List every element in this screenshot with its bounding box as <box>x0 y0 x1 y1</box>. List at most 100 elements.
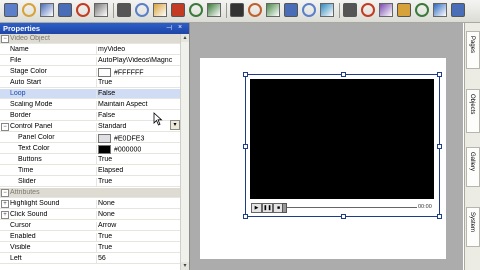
image-icon[interactable] <box>266 3 280 17</box>
toolbar-separator <box>339 3 340 18</box>
property-row[interactable]: Slider True <box>0 177 180 187</box>
pin-icon[interactable]: ⊣ <box>166 24 172 32</box>
publish-icon[interactable] <box>433 3 447 17</box>
document-icon[interactable] <box>4 3 18 17</box>
tab-pages[interactable]: Pages <box>466 31 480 69</box>
resize-handle[interactable] <box>437 214 442 219</box>
property-value-cell[interactable]: False <box>96 112 180 121</box>
chart-icon[interactable] <box>415 3 429 17</box>
property-value-cell[interactable]: myVideo <box>96 46 180 55</box>
property-value-cell[interactable]: Standard <box>96 123 180 132</box>
properties-scrollbar[interactable]: ▴ ▾ <box>180 34 189 270</box>
close-icon[interactable]: × <box>178 24 182 31</box>
folder-icon[interactable] <box>397 3 411 17</box>
property-row[interactable]: Time Elapsed <box>0 166 180 176</box>
property-row[interactable]: + Highlight Sound None <box>0 199 180 209</box>
property-row[interactable]: Visible True <box>0 243 180 253</box>
resize-handle[interactable] <box>243 144 248 149</box>
design-canvas[interactable]: ▶ ❚❚ ■ 00:00 <box>190 23 463 270</box>
property-row[interactable]: Scaling Mode Maintain Aspect <box>0 100 180 110</box>
resize-handle[interactable] <box>341 214 346 219</box>
palette-icon[interactable] <box>379 3 393 17</box>
pause-icon[interactable]: ❚❚ <box>262 203 273 213</box>
collapse-icon[interactable]: − <box>1 123 9 131</box>
property-row[interactable]: + Click Sound None <box>0 210 180 220</box>
property-value-cell[interactable]: Arrow <box>96 222 180 231</box>
tab-gallery[interactable]: Gallery <box>466 147 480 187</box>
help-icon[interactable] <box>451 3 465 17</box>
open-icon[interactable] <box>22 3 36 17</box>
scroll-up-icon[interactable]: ▴ <box>181 34 189 42</box>
copy-icon[interactable] <box>135 3 149 17</box>
tab-objects[interactable]: Objects <box>466 89 480 133</box>
property-value-cell[interactable]: 56 <box>96 255 180 264</box>
property-value-cell[interactable]: True <box>96 233 180 242</box>
video-object[interactable]: ▶ ❚❚ ■ 00:00 <box>243 72 442 219</box>
property-value-cell[interactable]: True <box>96 156 180 165</box>
tab-system[interactable]: System <box>466 207 480 247</box>
property-row[interactable]: Panel Color #E0DFE3 <box>0 133 180 143</box>
page-surface[interactable]: ▶ ❚❚ ■ 00:00 <box>200 58 446 259</box>
paint-icon[interactable] <box>248 3 262 17</box>
property-category[interactable]: − Video Object <box>0 34 180 44</box>
save-icon[interactable] <box>40 3 54 17</box>
collapse-icon[interactable]: − <box>1 189 9 197</box>
property-value-cell[interactable]: None <box>96 211 180 220</box>
scroll-down-icon[interactable]: ▾ <box>181 262 189 270</box>
property-value: True <box>98 244 113 251</box>
save-all-icon[interactable] <box>58 3 72 17</box>
expand-icon[interactable]: + <box>1 200 9 208</box>
property-row[interactable]: Text Color #000000 <box>0 144 180 154</box>
play-icon[interactable]: ▶ <box>251 203 262 213</box>
property-row[interactable]: Auto Start True <box>0 78 180 88</box>
resize-handle[interactable] <box>341 72 346 77</box>
property-row[interactable]: Left 56 <box>0 254 180 264</box>
property-value-cell[interactable]: True <box>96 178 180 187</box>
property-row[interactable]: Enabled True <box>0 232 180 242</box>
right-dock: Pages Objects Gallery System <box>464 23 480 270</box>
property-value-cell[interactable]: #000000 <box>96 145 180 154</box>
resize-handle[interactable] <box>437 144 442 149</box>
delete-icon[interactable] <box>171 3 185 17</box>
property-name: Highlight Sound <box>10 200 60 207</box>
property-row[interactable]: Stage Color #FFFFFF <box>0 67 180 77</box>
resize-handle[interactable] <box>243 214 248 219</box>
property-value-cell[interactable]: True <box>96 244 180 253</box>
property-name: Text Color <box>18 145 50 152</box>
property-row[interactable]: File AutoPlay\Videos\Magnc <box>0 56 180 66</box>
property-value-cell[interactable]: None <box>96 200 180 209</box>
page-icon[interactable] <box>302 3 316 17</box>
resize-handle[interactable] <box>437 72 442 77</box>
property-row[interactable]: Cursor Arrow <box>0 221 180 231</box>
play-icon[interactable] <box>284 3 298 17</box>
text-icon[interactable] <box>230 3 244 17</box>
paste-icon[interactable] <box>153 3 167 17</box>
seek-slider-thumb[interactable] <box>282 203 287 213</box>
property-row[interactable]: Loop False <box>0 89 180 99</box>
property-value-cell[interactable]: Maintain Aspect <box>96 101 180 110</box>
property-name: Auto Start <box>10 79 42 86</box>
collapse-icon[interactable]: − <box>1 35 9 43</box>
record-icon[interactable] <box>361 3 375 17</box>
property-row[interactable]: Buttons True <box>0 155 180 165</box>
property-value-cell[interactable]: Elapsed <box>96 167 180 176</box>
globe-icon[interactable] <box>320 3 334 17</box>
property-value-cell[interactable]: #FFFFFF <box>96 68 180 77</box>
property-value-cell[interactable]: False <box>96 90 180 99</box>
property-value-cell[interactable]: True <box>96 79 180 88</box>
mail-icon[interactable] <box>76 3 90 17</box>
undo-icon[interactable] <box>189 3 203 17</box>
seek-slider-track[interactable] <box>285 207 417 208</box>
link-icon[interactable] <box>94 3 108 17</box>
property-row[interactable]: Name myVideo <box>0 45 180 55</box>
cut-icon[interactable] <box>117 3 131 17</box>
property-category[interactable]: − Attributes <box>0 188 180 198</box>
pointer-icon[interactable] <box>343 3 357 17</box>
toolbar-separator <box>113 3 114 18</box>
loop-dropdown-button[interactable]: ▾ <box>170 120 180 130</box>
property-value-cell[interactable]: #E0DFE3 <box>96 134 180 143</box>
redo-icon[interactable] <box>207 3 221 17</box>
expand-icon[interactable]: + <box>1 211 9 219</box>
resize-handle[interactable] <box>243 72 248 77</box>
property-value-cell[interactable]: AutoPlay\Videos\Magnc <box>96 57 180 66</box>
